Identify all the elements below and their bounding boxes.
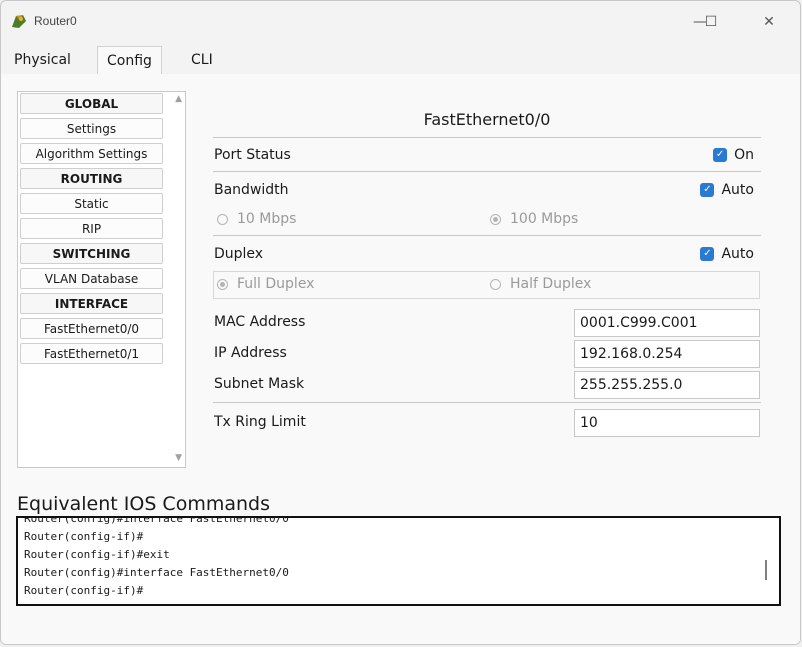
ios-commands-title: Equivalent IOS Commands bbox=[17, 493, 270, 515]
settings-nav-list[interactable]: ▲ GLOBAL Settings Algorithm Settings ROU… bbox=[17, 91, 186, 468]
tx-ring-limit-label: Tx Ring Limit bbox=[214, 414, 306, 430]
nav-item-fastethernet0-1[interactable]: FastEthernet0/1 bbox=[20, 343, 163, 364]
config-content: ▲ GLOBAL Settings Algorithm Settings ROU… bbox=[1, 74, 800, 644]
tab-bar: Physical Config CLI bbox=[1, 43, 800, 75]
router-window: Router0 — ☐ ✕ Physical Config CLI ▲ GLOB… bbox=[0, 0, 801, 645]
interface-title: FastEthernet0/0 bbox=[423, 110, 551, 129]
console-scrollbar[interactable] bbox=[765, 560, 767, 580]
radio-selected-icon[interactable] bbox=[217, 278, 228, 290]
radio-icon[interactable] bbox=[490, 278, 501, 290]
divider bbox=[213, 137, 761, 138]
title-bar[interactable]: Router0 — ☐ ✕ bbox=[1, 1, 800, 43]
nav-header-routing: ROUTING bbox=[20, 168, 163, 189]
subnet-mask-field[interactable] bbox=[574, 371, 760, 399]
window-title: Router0 bbox=[34, 14, 77, 28]
scroll-up-icon[interactable]: ▲ bbox=[175, 94, 182, 104]
radio-10mbps-label: 10 Mbps bbox=[237, 211, 297, 227]
divider bbox=[213, 402, 761, 403]
radio-half-duplex-label: Half Duplex bbox=[510, 276, 592, 292]
checkbox-checked-icon[interactable]: ✓ bbox=[700, 183, 715, 197]
scroll-down-icon[interactable]: ▼ bbox=[175, 453, 182, 463]
tab-physical[interactable]: Physical bbox=[5, 46, 80, 74]
ios-commands-console[interactable]: Router(config)#interface FastEthernet0/0… bbox=[16, 516, 781, 606]
mac-address-field[interactable] bbox=[574, 309, 760, 337]
port-status-on-label: On bbox=[734, 147, 754, 163]
duplex-auto-checkbox[interactable]: ✓ Auto bbox=[700, 246, 754, 262]
duplex-label: Duplex bbox=[214, 246, 264, 262]
nav-item-rip[interactable]: RIP bbox=[20, 218, 163, 239]
bandwidth-auto-checkbox[interactable]: ✓ Auto bbox=[700, 182, 754, 198]
close-button[interactable]: ✕ bbox=[749, 9, 789, 35]
nav-item-fastethernet0-0[interactable]: FastEthernet0/0 bbox=[20, 318, 163, 339]
console-line: Router(config)#interface FastEthernet0/0 bbox=[24, 516, 289, 525]
console-line: Router(config-if)# bbox=[24, 530, 144, 543]
radio-half-duplex[interactable]: Half Duplex bbox=[490, 276, 591, 292]
nav-item-vlan-database[interactable]: VLAN Database bbox=[20, 268, 163, 289]
console-line: Router(config-if)# bbox=[24, 584, 144, 597]
tab-cli[interactable]: CLI bbox=[182, 46, 222, 74]
divider bbox=[213, 235, 761, 236]
checkbox-checked-icon[interactable]: ✓ bbox=[700, 247, 715, 261]
nav-item-static[interactable]: Static bbox=[20, 193, 163, 214]
tab-config[interactable]: Config bbox=[97, 46, 162, 75]
maximize-button[interactable]: ☐ bbox=[691, 9, 731, 35]
radio-icon[interactable] bbox=[217, 213, 228, 225]
nav-item-algorithm-settings[interactable]: Algorithm Settings bbox=[20, 143, 163, 164]
nav-header-interface: INTERFACE bbox=[20, 293, 163, 314]
duplex-auto-label: Auto bbox=[721, 246, 754, 262]
router-app-icon bbox=[12, 15, 26, 28]
radio-100mbps[interactable]: 100 Mbps bbox=[490, 211, 578, 227]
ip-address-label: IP Address bbox=[214, 345, 287, 361]
console-line: Router(config-if)#exit bbox=[24, 548, 170, 561]
divider bbox=[213, 171, 761, 172]
radio-selected-icon[interactable] bbox=[490, 213, 501, 225]
radio-full-duplex[interactable]: Full Duplex bbox=[217, 276, 314, 292]
nav-item-settings[interactable]: Settings bbox=[20, 118, 163, 139]
radio-100mbps-label: 100 Mbps bbox=[510, 211, 579, 227]
ip-address-field[interactable] bbox=[574, 340, 760, 368]
port-status-label: Port Status bbox=[214, 147, 291, 163]
subnet-mask-label: Subnet Mask bbox=[214, 376, 305, 392]
console-line: Router(config)#interface FastEthernet0/0 bbox=[24, 566, 289, 579]
tx-ring-limit-field[interactable] bbox=[574, 409, 760, 437]
radio-full-duplex-label: Full Duplex bbox=[237, 276, 315, 292]
bandwidth-label: Bandwidth bbox=[214, 182, 289, 198]
nav-header-switching: SWITCHING bbox=[20, 243, 163, 264]
port-status-checkbox[interactable]: ✓ On bbox=[713, 147, 754, 163]
checkbox-checked-icon[interactable]: ✓ bbox=[713, 148, 728, 162]
nav-header-global: GLOBAL bbox=[20, 93, 163, 114]
bandwidth-auto-label: Auto bbox=[721, 182, 754, 198]
radio-10mbps[interactable]: 10 Mbps bbox=[217, 211, 296, 227]
mac-address-label: MAC Address bbox=[214, 314, 306, 330]
